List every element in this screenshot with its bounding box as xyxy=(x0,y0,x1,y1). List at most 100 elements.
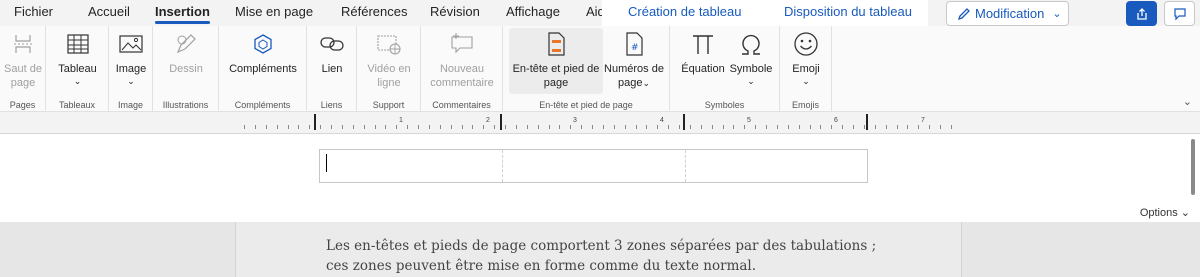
group-label-illustrations: Illustrations xyxy=(162,100,209,110)
group-tableaux: Tableau ⌄ Tableaux xyxy=(46,26,109,112)
text-cursor xyxy=(326,154,327,172)
group-support: Vidéo en ligne Support xyxy=(357,26,421,112)
ruler-tick xyxy=(549,125,550,129)
tab-references[interactable]: Références xyxy=(341,4,407,19)
new-comment-label: Nouveau commentaire xyxy=(430,63,494,89)
symbol-label: Symbole xyxy=(729,63,773,75)
ruler-tick xyxy=(733,125,734,129)
tab-stop-marker[interactable] xyxy=(500,114,502,130)
column-marker[interactable] xyxy=(683,114,685,130)
page-break-icon xyxy=(14,35,32,53)
new-comment-button[interactable]: Nouveau commentaire xyxy=(427,28,497,94)
omega-symbol-icon xyxy=(742,34,760,55)
page-number-button[interactable]: # Numéros de page⌄ xyxy=(603,28,665,94)
group-label-image: Image xyxy=(117,100,143,110)
ruler-tick xyxy=(614,125,615,129)
share-icon xyxy=(1136,7,1147,20)
group-symboles: Équation Symbole ⌄ Symboles xyxy=(670,26,780,112)
image-label: Image xyxy=(115,63,147,75)
ruler-number: 2 xyxy=(486,117,490,124)
online-video-button[interactable]: Vidéo en ligne xyxy=(363,28,415,94)
group-pages: Saut de page Pages xyxy=(0,26,46,112)
group-label-liens: Liens xyxy=(320,100,343,110)
ruler-tick xyxy=(538,125,539,129)
editing-mode-button[interactable]: Modification ⌄ xyxy=(946,1,1069,26)
header-footer-button[interactable]: En-tête et pied de page xyxy=(509,28,603,94)
header-zone-divider xyxy=(502,150,503,182)
ruler-tick xyxy=(853,125,854,129)
picture-icon xyxy=(119,35,143,53)
drawing-label: Dessin xyxy=(169,63,203,75)
hint-area: Les en-têtes et pieds de page comportent… xyxy=(0,222,1200,277)
ribbon-collapse-chevron-icon[interactable]: ⌄ xyxy=(1183,95,1192,108)
group-illustrations: Dessin Illustrations xyxy=(153,26,219,112)
horizontal-ruler[interactable]: 1 2 3 4 5 6 7 xyxy=(0,112,1200,134)
ruler-tick xyxy=(918,125,919,129)
svg-text:#: # xyxy=(631,43,639,53)
ruler-tick xyxy=(701,125,702,129)
ruler-tick xyxy=(331,125,332,129)
emoji-button[interactable]: Emoji ⌄ xyxy=(786,28,826,94)
ruler-tick xyxy=(505,125,506,129)
chevron-down-icon: ⌄ xyxy=(642,78,650,88)
ruler-tick xyxy=(951,125,952,129)
left-indent-marker[interactable] xyxy=(314,114,316,130)
ruler-tick xyxy=(712,125,713,129)
document-page[interactable]: Options ⌄ xyxy=(0,134,1200,222)
ruler-tick xyxy=(277,125,278,129)
link-button[interactable]: Lien xyxy=(313,28,351,94)
vertical-scrollbar[interactable] xyxy=(1191,139,1195,195)
group-liens: Lien Liens xyxy=(307,26,357,112)
link-icon xyxy=(320,37,344,51)
pencil-icon xyxy=(957,7,970,20)
page-break-button[interactable]: Saut de page xyxy=(3,28,43,94)
ribbon-insertion: Saut de page Pages Tableau ⌄ Tableaux Im… xyxy=(0,26,1200,112)
ruler-tick xyxy=(429,125,430,129)
table-icon xyxy=(66,34,89,54)
chevron-down-icon: ⌄ xyxy=(73,76,82,86)
ruler-number: 6 xyxy=(834,117,838,124)
ruler-tick xyxy=(940,125,941,129)
ruler-tick xyxy=(842,125,843,129)
ruler-tick xyxy=(570,125,571,129)
emoji-icon xyxy=(794,32,818,56)
tab-revision[interactable]: Révision xyxy=(430,4,480,19)
tab-accueil[interactable]: Accueil xyxy=(88,4,130,19)
right-indent-marker[interactable] xyxy=(866,114,868,130)
ruler-tick xyxy=(907,125,908,129)
share-button[interactable] xyxy=(1126,1,1157,26)
header-footer-label: En-tête et pied de page xyxy=(512,63,600,89)
tab-fichier[interactable]: Fichier xyxy=(14,4,53,19)
ruler-scale: 1 2 3 4 5 6 7 xyxy=(240,117,960,129)
comments-button[interactable] xyxy=(1164,1,1195,26)
ruler-tick xyxy=(766,125,767,129)
tab-affichage[interactable]: Affichage xyxy=(506,4,560,19)
image-button[interactable]: Image ⌄ xyxy=(113,28,149,94)
addins-icon xyxy=(254,34,272,54)
ruler-tick xyxy=(418,125,419,129)
page-number-icon: # xyxy=(626,32,643,56)
online-video-label: Vidéo en ligne xyxy=(367,63,411,89)
table-button[interactable]: Tableau ⌄ xyxy=(54,28,101,94)
table-context-tabs: Création de tableau Disposition du table… xyxy=(602,0,928,26)
ruler-tick xyxy=(636,125,637,129)
group-label-emojis: Emojis xyxy=(791,100,819,110)
tab-mise-en-page[interactable]: Mise en page xyxy=(235,4,313,19)
tab-insertion[interactable]: Insertion xyxy=(155,4,210,24)
ruler-number: 7 xyxy=(921,117,925,124)
online-video-icon xyxy=(377,35,401,55)
header-options-button[interactable]: Options ⌄ xyxy=(1140,206,1190,219)
ruler-number: 5 xyxy=(747,117,751,124)
addins-button[interactable]: Compléments xyxy=(225,28,301,94)
drawing-button[interactable]: Dessin xyxy=(166,28,206,94)
page-number-label: Numéros de page⌄ xyxy=(604,63,664,89)
header-area[interactable] xyxy=(319,149,868,183)
table-label: Tableau xyxy=(58,63,97,75)
ruler-tick xyxy=(723,125,724,129)
tab-disposition-du-tableau[interactable]: Disposition du tableau xyxy=(784,4,912,19)
link-label: Lien xyxy=(321,63,343,75)
ruler-tick xyxy=(755,125,756,129)
symbol-button[interactable]: Symbole ⌄ xyxy=(728,28,774,94)
equation-button[interactable]: Équation xyxy=(680,28,726,94)
tab-creation-de-tableau[interactable]: Création de tableau xyxy=(628,4,741,19)
